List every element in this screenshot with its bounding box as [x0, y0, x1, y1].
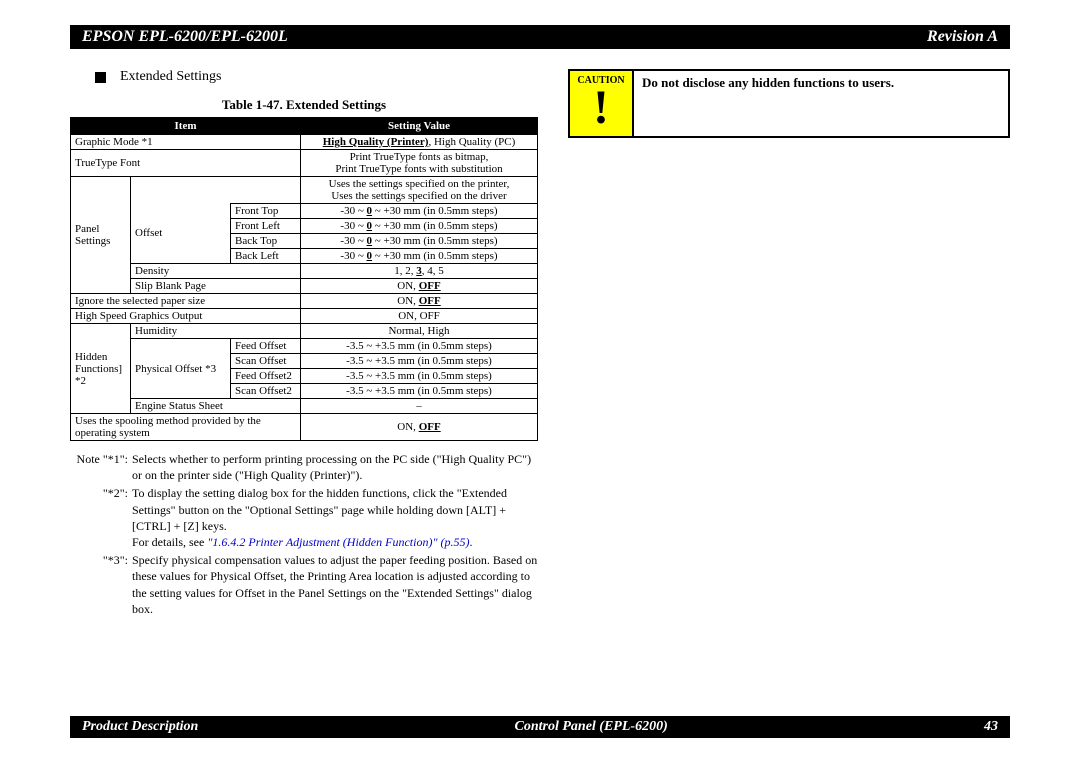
cell-item: Scan Offset	[231, 354, 301, 369]
table-row: HiddenFunctions] *2 Humidity Normal, Hig…	[71, 324, 538, 339]
cell-value: Normal, High	[301, 324, 538, 339]
table-row: TrueType Font Print TrueType fonts as bi…	[71, 150, 538, 177]
cell-item: Feed Offset	[231, 339, 301, 354]
caution-icon-cell: CAUTION !	[570, 71, 634, 136]
cell-item: Graphic Mode *1	[71, 135, 301, 150]
cell-item: Humidity	[131, 324, 301, 339]
table-row: Density 1, 2, 3, 4, 5	[71, 264, 538, 279]
cell-value: Print TrueType fonts as bitmap,Print Tru…	[301, 150, 538, 177]
cell-value: -3.5 ~ +3.5 mm (in 0.5mm steps)	[301, 354, 538, 369]
th-item: Item	[71, 118, 301, 135]
table-caption: Table 1-47. Extended Settings	[70, 97, 538, 113]
cell-value: Uses the settings specified on the print…	[301, 177, 538, 204]
cell-item: Back Left	[231, 249, 301, 264]
value-line2: Uses the settings specified on the drive…	[331, 190, 506, 202]
cell-item: High Speed Graphics Output	[71, 309, 301, 324]
note-label: "*2":	[70, 485, 132, 550]
cell-value: -30 ~ 0 ~ +30 mm (in 0.5mm steps)	[301, 234, 538, 249]
cell-value: -3.5 ~ +3.5 mm (in 0.5mm steps)	[301, 339, 538, 354]
bullet-square-icon	[95, 72, 106, 83]
value-rest: , High Quality (PC)	[428, 136, 515, 148]
content-area: Extended Settings Table 1-47. Extended S…	[70, 69, 1010, 619]
table-row: Graphic Mode *1 High Quality (Printer), …	[71, 135, 538, 150]
cell-value: –	[301, 399, 538, 414]
cell-value: 1, 2, 3, 4, 5	[301, 264, 538, 279]
doc-title: EPSON EPL-6200/EPL-6200L	[82, 28, 288, 46]
table-row: Slip Blank Page ON, OFF	[71, 279, 538, 294]
cell-value: -30 ~ 0 ~ +30 mm (in 0.5mm steps)	[301, 249, 538, 264]
cross-reference-link[interactable]: "1.6.4.2 Printer Adjustment (Hidden Func…	[207, 535, 469, 549]
exclamation-icon: !	[593, 84, 609, 132]
note-text: Selects whether to perform printing proc…	[132, 451, 538, 483]
note-2: "*2": To display the setting dialog box …	[70, 485, 538, 550]
note-text: Specify physical compensation values to …	[132, 552, 538, 617]
th-value: Setting Value	[301, 118, 538, 135]
table-row: High Speed Graphics Output ON, OFF	[71, 309, 538, 324]
left-column: Extended Settings Table 1-47. Extended S…	[70, 69, 538, 619]
footnotes: Note "*1": Selects whether to perform pr…	[70, 451, 538, 617]
cell-empty	[131, 177, 301, 204]
cell-value: -3.5 ~ +3.5 mm (in 0.5mm steps)	[301, 369, 538, 384]
footer-center: Control Panel (EPL-6200)	[515, 719, 668, 735]
cell-value: -30 ~ 0 ~ +30 mm (in 0.5mm steps)	[301, 204, 538, 219]
table-row: Physical Offset *3 Feed Offset -3.5 ~ +3…	[71, 339, 538, 354]
cell-item: Density	[131, 264, 301, 279]
right-column: CAUTION ! Do not disclose any hidden fun…	[568, 69, 1010, 619]
cell-item: Ignore the selected paper size	[71, 294, 301, 309]
cell-group: Panel Settings	[71, 177, 131, 294]
value-line1: Uses the settings specified on the print…	[329, 178, 510, 190]
cell-item: Feed Offset2	[231, 369, 301, 384]
cell-value: ON, OFF	[301, 279, 538, 294]
cell-value: -30 ~ 0 ~ +30 mm (in 0.5mm steps)	[301, 219, 538, 234]
value-line1: Print TrueType fonts as bitmap,	[350, 151, 489, 163]
cell-item: TrueType Font	[71, 150, 301, 177]
caution-text: Do not disclose any hidden functions to …	[634, 71, 902, 136]
cell-item: Front Top	[231, 204, 301, 219]
cell-item: Back Top	[231, 234, 301, 249]
cell-subgroup: Offset	[131, 204, 231, 264]
table-row: Engine Status Sheet –	[71, 399, 538, 414]
note-label: "*3":	[70, 552, 132, 617]
table-row: Panel Settings Uses the settings specifi…	[71, 177, 538, 204]
footer-page-number: 43	[984, 719, 998, 735]
note-1: Note "*1": Selects whether to perform pr…	[70, 451, 538, 483]
cell-value: ON, OFF	[301, 414, 538, 441]
section-heading: Extended Settings	[95, 69, 538, 85]
cell-item: Uses the spooling method provided by the…	[71, 414, 301, 441]
cell-value: -3.5 ~ +3.5 mm (in 0.5mm steps)	[301, 384, 538, 399]
value-default: High Quality (Printer)	[323, 136, 429, 148]
cell-item: Slip Blank Page	[131, 279, 301, 294]
page-header: EPSON EPL-6200/EPL-6200L Revision A	[70, 25, 1010, 49]
footer-left: Product Description	[82, 719, 198, 735]
note-3: "*3": Specify physical compensation valu…	[70, 552, 538, 617]
extended-settings-table: Item Setting Value Graphic Mode *1 High …	[70, 117, 538, 441]
section-heading-text: Extended Settings	[120, 69, 222, 85]
cell-item: Scan Offset2	[231, 384, 301, 399]
note-label: Note "*1":	[70, 451, 132, 483]
cell-subgroup: Physical Offset *3	[131, 339, 231, 399]
caution-box: CAUTION ! Do not disclose any hidden fun…	[568, 69, 1010, 138]
cell-value: ON, OFF	[301, 294, 538, 309]
revision-label: Revision A	[927, 28, 998, 46]
table-header-row: Item Setting Value	[71, 118, 538, 135]
note-text: To display the setting dialog box for th…	[132, 485, 538, 550]
table-row: Ignore the selected paper size ON, OFF	[71, 294, 538, 309]
cell-group: HiddenFunctions] *2	[71, 324, 131, 414]
page-footer: Product Description Control Panel (EPL-6…	[70, 716, 1010, 738]
table-row: Uses the spooling method provided by the…	[71, 414, 538, 441]
cell-value: High Quality (Printer), High Quality (PC…	[301, 135, 538, 150]
table-row: Offset Front Top -30 ~ 0 ~ +30 mm (in 0.…	[71, 204, 538, 219]
cell-item: Engine Status Sheet	[131, 399, 301, 414]
value-line2: Print TrueType fonts with substitution	[335, 163, 502, 175]
cell-item: Front Left	[231, 219, 301, 234]
cell-value: ON, OFF	[301, 309, 538, 324]
